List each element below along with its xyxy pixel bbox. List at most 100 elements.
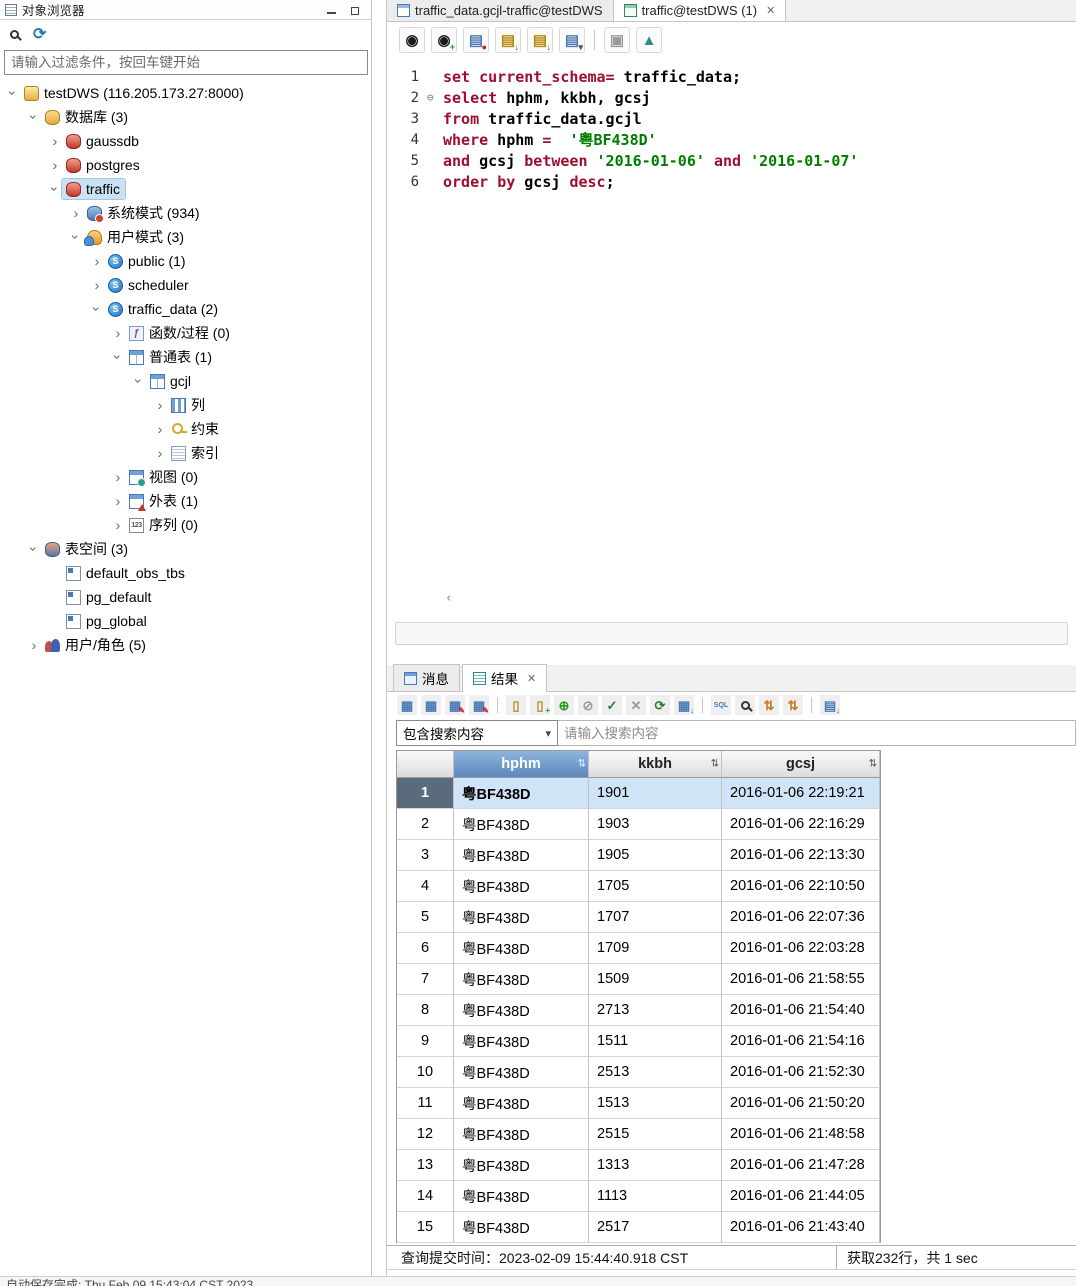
horizontal-scrollbar[interactable]: ‹: [445, 591, 453, 606]
row-number-cell[interactable]: 3: [397, 840, 454, 871]
table-row[interactable]: 5 粤BF438D 1707 2016-01-06 22:07:36: [397, 902, 880, 933]
tree-item-pg-default[interactable]: ›pg_default: [0, 585, 371, 609]
export-result-button[interactable]: ▤ ↓: [495, 27, 521, 53]
cell-gcsj[interactable]: 2016-01-06 21:43:40: [722, 1212, 880, 1243]
cell-gcsj[interactable]: 2016-01-06 22:10:50: [722, 871, 880, 902]
cell-gcsj[interactable]: 2016-01-06 22:03:28: [722, 933, 880, 964]
expand-arrow-icon[interactable]: ›: [48, 134, 62, 148]
expand-rows-icon[interactable]: ⇅: [759, 695, 779, 715]
expand-arrow-icon[interactable]: ›: [111, 494, 125, 508]
export-data-icon[interactable]: ▤ ↓: [820, 695, 840, 715]
collapse-arrow-icon[interactable]: ›: [26, 110, 42, 124]
export-all-button[interactable]: ▤ ↓: [527, 27, 553, 53]
expand-arrow-icon[interactable]: ›: [27, 638, 41, 652]
table-row[interactable]: 8 粤BF438D 2713 2016-01-06 21:54:40: [397, 995, 880, 1026]
tree-item-user-schemas[interactable]: › 用户模式 (3): [0, 225, 371, 249]
column-header-kkbh[interactable]: kkbh ⇅: [589, 751, 722, 778]
cell-gcsj[interactable]: 2016-01-06 21:50:20: [722, 1088, 880, 1119]
cell-kkbh[interactable]: 1313: [589, 1150, 722, 1181]
row-number-cell[interactable]: 4: [397, 871, 454, 902]
tree-item-columns[interactable]: › 列: [0, 393, 371, 417]
tree-item-testdws[interactable]: › testDWS (116.205.173.27:8000): [0, 81, 371, 105]
tree-item-public[interactable]: › public (1): [0, 249, 371, 273]
cell-kkbh[interactable]: 1901: [589, 778, 722, 809]
cell-gcsj[interactable]: 2016-01-06 22:16:29: [722, 809, 880, 840]
sql-editor[interactable]: 1 set current_schema= traffic_data; 2 ⊖ sele…: [387, 58, 1076, 610]
cell-hphm[interactable]: 粤BF438D: [454, 1057, 589, 1088]
table-row[interactable]: 6 粤BF438D 1709 2016-01-06 22:03:28: [397, 933, 880, 964]
table-row[interactable]: 15 粤BF438D 2517 2016-01-06 21:43:40: [397, 1212, 880, 1243]
tab-sql-terminal[interactable]: traffic@testDWS (1) ✕: [613, 0, 787, 21]
expand-arrow-icon[interactable]: ›: [69, 206, 83, 220]
table-row[interactable]: 7 粤BF438D 1509 2016-01-06 21:58:55: [397, 964, 880, 995]
row-number-cell[interactable]: 5: [397, 902, 454, 933]
cell-hphm[interactable]: 粤BF438D: [454, 778, 589, 809]
expand-arrow-icon[interactable]: ›: [153, 398, 167, 412]
refresh-grid-icon[interactable]: ⟳: [650, 695, 670, 715]
cell-kkbh[interactable]: 1511: [589, 1026, 722, 1057]
tab-table-data[interactable]: traffic_data.gcjl-traffic@testDWS: [387, 0, 614, 21]
copy-icon[interactable]: ▦: [397, 695, 417, 715]
collapse-arrow-icon[interactable]: ›: [110, 350, 126, 364]
export-grid-icon[interactable]: ▦ ↓: [674, 695, 694, 715]
tree-item-constraints[interactable]: › 约束: [0, 417, 371, 441]
table-row[interactable]: 3 粤BF438D 1905 2016-01-06 22:13:30: [397, 840, 880, 871]
tree-item-foreign-tables[interactable]: › 外表 (1): [0, 489, 371, 513]
tree-item-gaussdb[interactable]: › gaussdb: [0, 129, 371, 153]
search-grid-icon[interactable]: [735, 695, 755, 715]
rollback-icon[interactable]: ✕: [626, 695, 646, 715]
tree-item-traffic-data[interactable]: › traffic_data (2): [0, 297, 371, 321]
edit-copy-icon[interactable]: ▦ ✎: [445, 695, 465, 715]
refresh-button[interactable]: ⟳: [33, 26, 46, 43]
expand-arrow-icon[interactable]: ›: [153, 446, 167, 460]
cell-hphm[interactable]: 粤BF438D: [454, 964, 589, 995]
expand-arrow-icon[interactable]: ›: [90, 254, 104, 268]
cell-kkbh[interactable]: 1513: [589, 1088, 722, 1119]
table-row[interactable]: 13 粤BF438D 1313 2016-01-06 21:47:28: [397, 1150, 880, 1181]
cell-kkbh[interactable]: 1707: [589, 902, 722, 933]
cell-gcsj[interactable]: 2016-01-06 21:54:16: [722, 1026, 880, 1057]
cell-hphm[interactable]: 粤BF438D: [454, 1119, 589, 1150]
cell-hphm[interactable]: 粤BF438D: [454, 1212, 589, 1243]
row-number-cell[interactable]: 9: [397, 1026, 454, 1057]
row-number-cell[interactable]: 8: [397, 995, 454, 1026]
maximize-panel-button[interactable]: [348, 4, 362, 16]
tree-item-tablespaces[interactable]: › 表空间 (3): [0, 537, 371, 561]
cell-kkbh[interactable]: 1113: [589, 1181, 722, 1212]
delete-record-icon[interactable]: ⊘: [578, 695, 598, 715]
cell-hphm[interactable]: 粤BF438D: [454, 933, 589, 964]
cell-gcsj[interactable]: 2016-01-06 21:44:05: [722, 1181, 880, 1212]
cell-hphm[interactable]: 粤BF438D: [454, 1181, 589, 1212]
templates-dropdown-button[interactable]: ▤ ▾: [559, 27, 585, 53]
tree-item-postgres[interactable]: › postgres: [0, 153, 371, 177]
tree-item-databases[interactable]: › 数据库 (3): [0, 105, 371, 129]
add-record-icon[interactable]: ⊕: [554, 695, 574, 715]
cell-kkbh[interactable]: 1709: [589, 933, 722, 964]
cell-hphm[interactable]: 粤BF438D: [454, 1088, 589, 1119]
row-number-cell[interactable]: 14: [397, 1181, 454, 1212]
save-query-button[interactable]: ▤ ●: [463, 27, 489, 53]
cell-gcsj[interactable]: 2016-01-06 21:48:58: [722, 1119, 880, 1150]
paste-append-icon[interactable]: ▯ +: [530, 695, 550, 715]
collapsed-panel-strip[interactable]: [395, 622, 1068, 645]
table-row[interactable]: 4 粤BF438D 1705 2016-01-06 22:10:50: [397, 871, 880, 902]
table-row[interactable]: 14 粤BF438D 1113 2016-01-06 21:44:05: [397, 1181, 880, 1212]
tree-item-pg-global[interactable]: ›pg_global: [0, 609, 371, 633]
expand-arrow-icon[interactable]: ›: [90, 278, 104, 292]
copy-table-icon[interactable]: ▦: [421, 695, 441, 715]
row-number-cell[interactable]: 1: [397, 778, 454, 809]
row-number-cell[interactable]: 7: [397, 964, 454, 995]
cell-kkbh[interactable]: 2513: [589, 1057, 722, 1088]
cell-gcsj[interactable]: 2016-01-06 22:07:36: [722, 902, 880, 933]
cell-hphm[interactable]: 粤BF438D: [454, 1150, 589, 1181]
cell-hphm[interactable]: 粤BF438D: [454, 809, 589, 840]
cell-hphm[interactable]: 粤BF438D: [454, 871, 589, 902]
tree-item-users-roles[interactable]: › 用户/角色 (5): [0, 633, 371, 657]
collapse-arrow-icon[interactable]: ›: [68, 230, 84, 244]
tree-item-gcjl[interactable]: › gcjl: [0, 369, 371, 393]
tree-item-indexes[interactable]: › 索引: [0, 441, 371, 465]
execute-button[interactable]: ◉: [399, 27, 425, 53]
tab-results[interactable]: 结果 ✕: [462, 664, 548, 692]
expand-arrow-icon[interactable]: ›: [153, 422, 167, 436]
row-number-cell[interactable]: 6: [397, 933, 454, 964]
